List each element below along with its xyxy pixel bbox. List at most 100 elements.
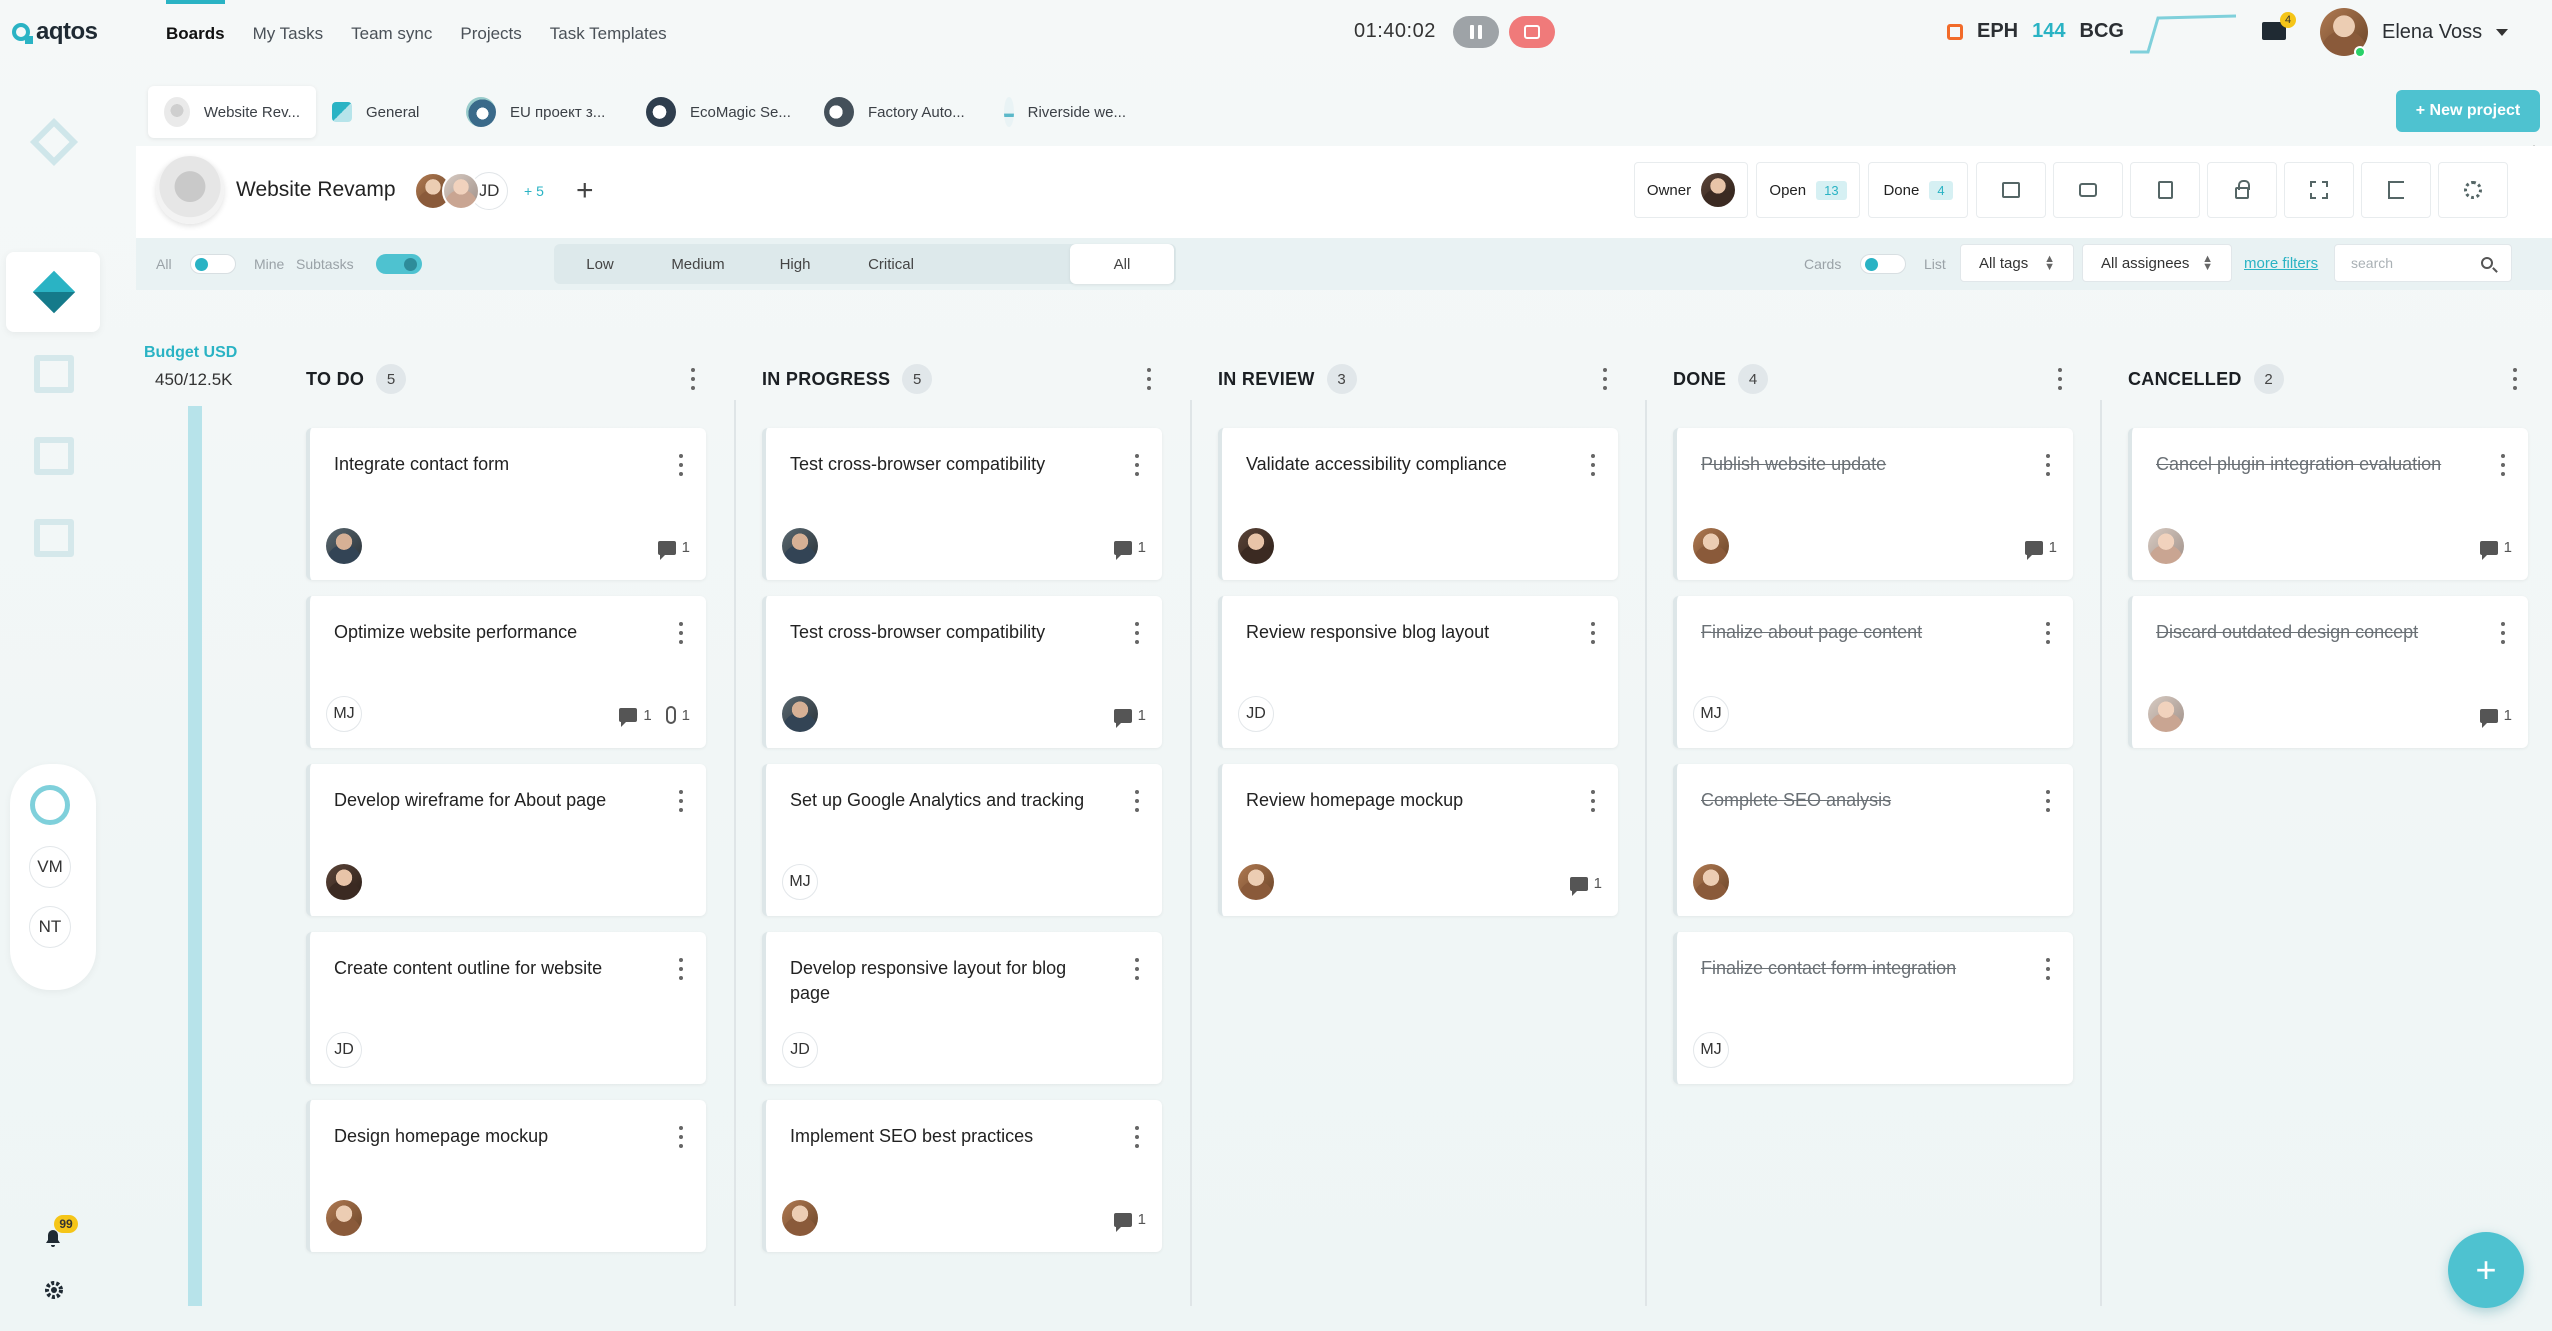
assignee-avatar[interactable] bbox=[782, 528, 818, 564]
add-task-fab[interactable]: + bbox=[2448, 1232, 2524, 1308]
assignee-initials[interactable]: MJ bbox=[1693, 1032, 1729, 1068]
add-member-button[interactable]: + bbox=[576, 174, 594, 208]
more-options-icon[interactable] bbox=[1590, 454, 1596, 476]
task-card[interactable]: Set up Google Analytics and tracking MJ bbox=[762, 764, 1162, 916]
task-card[interactable]: Finalize contact form integration MJ bbox=[1673, 932, 2073, 1084]
project-settings-button[interactable] bbox=[2438, 162, 2508, 218]
owner-button[interactable]: Owner bbox=[1634, 162, 1748, 218]
project-tab[interactable]: Factory Auto... bbox=[808, 86, 988, 138]
project-members[interactable]: JD + 5 bbox=[414, 172, 544, 210]
more-filters-link[interactable]: more filters bbox=[2244, 255, 2318, 272]
rail-user-ring[interactable] bbox=[29, 784, 71, 826]
assignee-avatar[interactable] bbox=[1238, 864, 1274, 900]
more-options-icon[interactable] bbox=[2057, 368, 2063, 390]
more-options-icon[interactable] bbox=[2045, 454, 2051, 476]
done-tasks-button[interactable]: Done 4 bbox=[1868, 162, 1968, 218]
project-tab[interactable]: Website Rev... bbox=[148, 86, 316, 138]
project-title[interactable]: Website Revamp bbox=[236, 178, 396, 202]
app-logo[interactable]: aqtos bbox=[12, 18, 98, 46]
assignee-initials[interactable]: JD bbox=[326, 1032, 362, 1068]
assignees-select[interactable]: All assignees ▲ ▼ bbox=[2082, 244, 2232, 282]
subtasks-toggle[interactable] bbox=[376, 254, 422, 274]
more-options-icon[interactable] bbox=[1134, 958, 1140, 980]
archive-button[interactable] bbox=[1976, 162, 2046, 218]
assignee-initials[interactable]: JD bbox=[1238, 696, 1274, 732]
task-card[interactable]: Develop responsive layout for blog page J… bbox=[762, 932, 1162, 1084]
tags-select[interactable]: All tags ▲ ▼ bbox=[1960, 244, 2074, 282]
assignee-avatar[interactable] bbox=[1693, 864, 1729, 900]
more-options-icon[interactable] bbox=[1134, 790, 1140, 812]
more-options-icon[interactable] bbox=[1134, 1126, 1140, 1148]
task-card[interactable]: Validate accessibility compliance bbox=[1218, 428, 1618, 580]
more-options-icon[interactable] bbox=[1146, 368, 1152, 390]
more-options-icon[interactable] bbox=[678, 958, 684, 980]
nav-item-task-templates[interactable]: Task Templates bbox=[550, 24, 667, 44]
assignee-initials[interactable]: JD bbox=[782, 1032, 818, 1068]
chat-button[interactable] bbox=[2053, 162, 2123, 218]
priority-option-high[interactable]: High bbox=[750, 244, 840, 284]
rail-user-vm[interactable]: VM bbox=[29, 846, 71, 888]
document-button[interactable] bbox=[2130, 162, 2200, 218]
lock-button[interactable] bbox=[2207, 162, 2277, 218]
more-options-icon[interactable] bbox=[1134, 454, 1140, 476]
more-options-icon[interactable] bbox=[678, 622, 684, 644]
priority-option-medium[interactable]: Medium bbox=[646, 244, 750, 284]
priority-option-low[interactable]: Low bbox=[554, 244, 646, 284]
new-project-button[interactable]: + New project bbox=[2396, 90, 2540, 132]
project-tab[interactable]: EcoMagic Se... bbox=[630, 86, 808, 138]
priority-option-critical[interactable]: Critical bbox=[840, 244, 942, 284]
assignee-avatar[interactable] bbox=[326, 528, 362, 564]
more-options-icon[interactable] bbox=[678, 1126, 684, 1148]
task-card[interactable]: Review responsive blog layout JD bbox=[1218, 596, 1618, 748]
pause-timer-button[interactable] bbox=[1453, 16, 1499, 48]
rail-item-reports[interactable] bbox=[26, 510, 82, 566]
rail-item-layouts[interactable] bbox=[26, 428, 82, 484]
more-options-icon[interactable] bbox=[1134, 622, 1140, 644]
task-card[interactable]: Discard outdated design concept 1 bbox=[2128, 596, 2528, 748]
nav-item-projects[interactable]: Projects bbox=[460, 24, 521, 44]
more-options-icon[interactable] bbox=[2500, 622, 2506, 644]
priority-option-all[interactable]: All bbox=[1070, 244, 1174, 284]
rail-item-boards[interactable] bbox=[26, 264, 82, 320]
company-switcher[interactable]: EPH 144 BCG bbox=[1947, 20, 2124, 43]
task-card[interactable]: Complete SEO analysis bbox=[1673, 764, 2073, 916]
rail-item-modules[interactable] bbox=[26, 346, 82, 402]
user-menu[interactable]: Elena Voss bbox=[2320, 8, 2509, 58]
more-options-icon[interactable] bbox=[1590, 622, 1596, 644]
more-options-icon[interactable] bbox=[690, 368, 696, 390]
rail-user-nt[interactable]: NT bbox=[29, 906, 71, 948]
more-options-icon[interactable] bbox=[2500, 454, 2506, 476]
assignee-initials[interactable]: MJ bbox=[326, 696, 362, 732]
search-icon[interactable] bbox=[2481, 257, 2493, 269]
mail-icon[interactable]: 4 bbox=[2262, 12, 2296, 40]
more-options-icon[interactable] bbox=[2045, 958, 2051, 980]
task-card[interactable]: Optimize website performance MJ 1 1 bbox=[306, 596, 706, 748]
task-card[interactable]: Publish website update 1 bbox=[1673, 428, 2073, 580]
task-card[interactable]: Create content outline for website JD bbox=[306, 932, 706, 1084]
rail-item-workspace[interactable] bbox=[26, 114, 82, 170]
assignee-avatar[interactable] bbox=[782, 1200, 818, 1236]
assignee-avatar[interactable] bbox=[326, 864, 362, 900]
project-tab[interactable]: General bbox=[316, 86, 450, 138]
task-card[interactable]: Finalize about page content MJ bbox=[1673, 596, 2073, 748]
more-options-icon[interactable] bbox=[1602, 368, 1608, 390]
task-card[interactable]: Implement SEO best practices 1 bbox=[762, 1100, 1162, 1252]
notifications-button[interactable]: 99 bbox=[42, 1215, 78, 1249]
more-options-icon[interactable] bbox=[678, 790, 684, 812]
project-avatar[interactable] bbox=[156, 156, 224, 224]
task-card[interactable]: Review homepage mockup 1 bbox=[1218, 764, 1618, 916]
open-tasks-button[interactable]: Open 13 bbox=[1756, 162, 1860, 218]
more-options-icon[interactable] bbox=[1590, 790, 1596, 812]
project-tab[interactable]: Riverside we... bbox=[988, 86, 1142, 138]
search-input[interactable] bbox=[2351, 255, 2481, 271]
more-options-icon[interactable] bbox=[2045, 622, 2051, 644]
task-card[interactable]: Test cross-browser compatibility 1 bbox=[762, 428, 1162, 580]
task-card[interactable]: Cancel plugin integration evaluation 1 bbox=[2128, 428, 2528, 580]
assignee-avatar[interactable] bbox=[2148, 696, 2184, 732]
assignee-initials[interactable]: MJ bbox=[782, 864, 818, 900]
more-options-icon[interactable] bbox=[2045, 790, 2051, 812]
task-card[interactable]: Integrate contact form 1 bbox=[306, 428, 706, 580]
task-card[interactable]: Develop wireframe for About page bbox=[306, 764, 706, 916]
assignee-avatar[interactable] bbox=[326, 1200, 362, 1236]
nav-item-my-tasks[interactable]: My Tasks bbox=[253, 24, 324, 44]
